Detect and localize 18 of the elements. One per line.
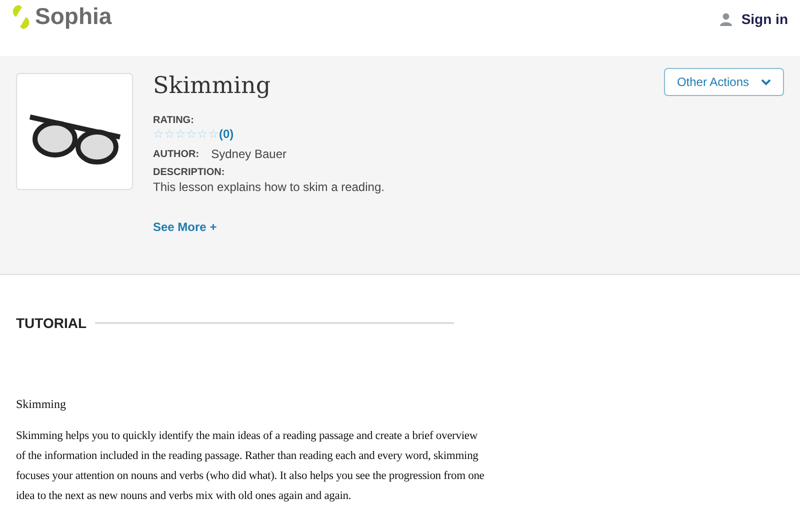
chevron-down-icon <box>761 78 771 86</box>
description-text: This lesson explains how to skim a reading. <box>153 180 384 194</box>
sign-in-link[interactable]: Sign in <box>720 11 788 27</box>
tutorial-title: Skimming <box>16 397 68 412</box>
logo-icon <box>10 4 32 30</box>
logo-text[interactable]: Sophia <box>35 3 112 30</box>
tutorial-paragraph: Skimming helps you to quickly identify the main ideas of a reading passage and create a brief overview of the information included in the reading passage. Rather than reading each and every word, skimming focuses your attention on nouns and verbs (who did what). It also helps you see the progression from one idea to the next as new nouns and verbs mix with old ones again and again. <box>16 429 486 504</box>
other-actions-button[interactable]: Other Actions <box>664 68 784 96</box>
lesson-title: Skimming <box>153 73 272 99</box>
user-icon <box>720 12 732 26</box>
section-heading: TUTORIAL <box>16 315 87 331</box>
rating-label: RATING: <box>153 115 195 126</box>
star-rating: ☆☆☆☆☆☆ <box>153 128 219 140</box>
description-label: DESCRIPTION: <box>153 167 226 178</box>
see-more-link[interactable]: See More + <box>153 220 217 234</box>
author-label: AUTHOR: <box>153 148 200 160</box>
rating-count-link[interactable]: (0) <box>219 127 234 141</box>
author-name: Sydney Bauer <box>211 147 286 161</box>
